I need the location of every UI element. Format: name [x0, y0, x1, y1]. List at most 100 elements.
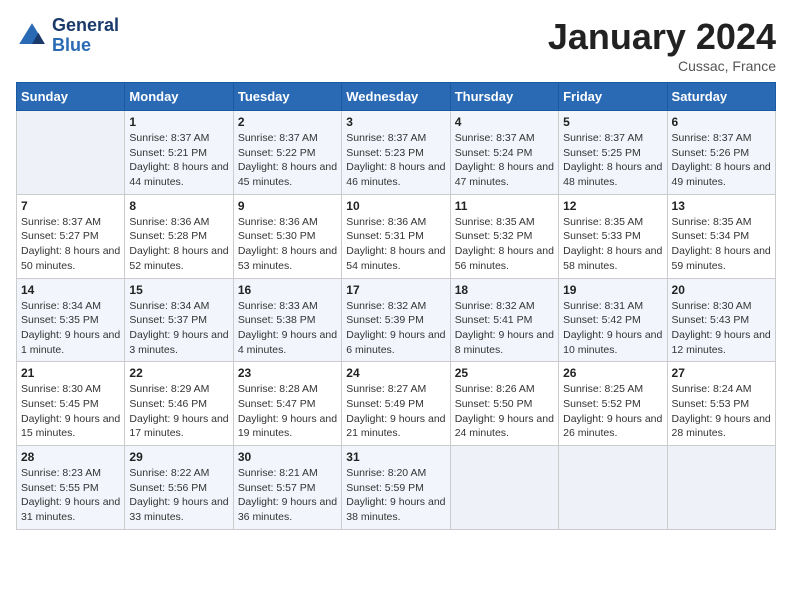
logo: General Blue	[16, 16, 119, 56]
day-info: Sunrise: 8:27 AMSunset: 5:49 PMDaylight:…	[346, 382, 445, 441]
day-number: 13	[672, 199, 771, 213]
day-info: Sunrise: 8:37 AMSunset: 5:27 PMDaylight:…	[21, 215, 120, 274]
title-block: January 2024 Cussac, France	[548, 16, 776, 74]
calendar-cell: 20 Sunrise: 8:30 AMSunset: 5:43 PMDayligh…	[667, 278, 775, 362]
calendar-cell: 19 Sunrise: 8:31 AMSunset: 5:42 PMDayligh…	[559, 278, 667, 362]
weekday-header: Thursday	[450, 83, 558, 111]
day-number: 4	[455, 115, 554, 129]
weekday-header: Sunday	[17, 83, 125, 111]
day-info: Sunrise: 8:30 AMSunset: 5:43 PMDaylight:…	[672, 299, 771, 358]
calendar-cell: 22 Sunrise: 8:29 AMSunset: 5:46 PMDayligh…	[125, 362, 233, 446]
location: Cussac, France	[548, 58, 776, 74]
day-number: 8	[129, 199, 228, 213]
day-info: Sunrise: 8:20 AMSunset: 5:59 PMDaylight:…	[346, 466, 445, 525]
day-number: 21	[21, 366, 120, 380]
calendar-cell: 17 Sunrise: 8:32 AMSunset: 5:39 PMDayligh…	[342, 278, 450, 362]
day-number: 12	[563, 199, 662, 213]
calendar-cell: 26Sunrise: 8:25 AMSunset: 5:52 PMDayligh…	[559, 362, 667, 446]
calendar-cell: 12 Sunrise: 8:35 AMSunset: 5:33 PMDayligh…	[559, 194, 667, 278]
calendar-cell: 28Sunrise: 8:23 AMSunset: 5:55 PMDayligh…	[17, 446, 125, 530]
calendar-week-row: 14 Sunrise: 8:34 AMSunset: 5:35 PMDayligh…	[17, 278, 776, 362]
day-number: 26	[563, 366, 662, 380]
month-title: January 2024	[548, 16, 776, 58]
calendar-cell: 25Sunrise: 8:26 AMSunset: 5:50 PMDayligh…	[450, 362, 558, 446]
calendar-week-row: 7Sunrise: 8:37 AMSunset: 5:27 PMDaylight…	[17, 194, 776, 278]
day-number: 22	[129, 366, 228, 380]
day-info: Sunrise: 8:37 AMSunset: 5:21 PMDaylight:…	[129, 131, 228, 190]
calendar-cell: 3Sunrise: 8:37 AMSunset: 5:23 PMDaylight…	[342, 111, 450, 195]
calendar-cell: 11 Sunrise: 8:35 AMSunset: 5:32 PMDayligh…	[450, 194, 558, 278]
calendar-week-row: 1Sunrise: 8:37 AMSunset: 5:21 PMDaylight…	[17, 111, 776, 195]
day-number: 16	[238, 283, 337, 297]
calendar-cell: 7Sunrise: 8:37 AMSunset: 5:27 PMDaylight…	[17, 194, 125, 278]
calendar-cell: 29 Sunrise: 8:22 AMSunset: 5:56 PMDayligh…	[125, 446, 233, 530]
calendar-cell: 13 Sunrise: 8:35 AMSunset: 5:34 PMDayligh…	[667, 194, 775, 278]
calendar-cell	[559, 446, 667, 530]
day-info: Sunrise: 8:36 AMSunset: 5:28 PMDaylight:…	[129, 215, 228, 274]
day-info: Sunrise: 8:21 AMSunset: 5:57 PMDaylight:…	[238, 466, 337, 525]
day-number: 27	[672, 366, 771, 380]
calendar-cell: 23 Sunrise: 8:28 AMSunset: 5:47 PMDayligh…	[233, 362, 341, 446]
calendar-cell	[450, 446, 558, 530]
day-info: Sunrise: 8:37 AMSunset: 5:26 PMDaylight:…	[672, 131, 771, 190]
day-number: 3	[346, 115, 445, 129]
day-number: 11	[455, 199, 554, 213]
weekday-header: Tuesday	[233, 83, 341, 111]
calendar-cell	[667, 446, 775, 530]
day-number: 20	[672, 283, 771, 297]
calendar-cell: 4 Sunrise: 8:37 AMSunset: 5:24 PMDaylight…	[450, 111, 558, 195]
calendar-week-row: 21Sunrise: 8:30 AMSunset: 5:45 PMDayligh…	[17, 362, 776, 446]
day-info: Sunrise: 8:32 AMSunset: 5:39 PMDaylight:…	[346, 299, 445, 358]
day-info: Sunrise: 8:37 AMSunset: 5:25 PMDaylight:…	[563, 131, 662, 190]
calendar-cell: 14 Sunrise: 8:34 AMSunset: 5:35 PMDayligh…	[17, 278, 125, 362]
logo-line2: Blue	[52, 36, 119, 56]
day-info: Sunrise: 8:35 AMSunset: 5:34 PMDaylight:…	[672, 215, 771, 274]
calendar-cell: 15Sunrise: 8:34 AMSunset: 5:37 PMDayligh…	[125, 278, 233, 362]
day-info: Sunrise: 8:29 AMSunset: 5:46 PMDaylight:…	[129, 382, 228, 441]
day-number: 14	[21, 283, 120, 297]
day-number: 6	[672, 115, 771, 129]
logo-icon	[16, 20, 48, 52]
calendar-cell: 27Sunrise: 8:24 AMSunset: 5:53 PMDayligh…	[667, 362, 775, 446]
day-info: Sunrise: 8:34 AMSunset: 5:35 PMDaylight:…	[21, 299, 120, 358]
day-info: Sunrise: 8:31 AMSunset: 5:42 PMDaylight:…	[563, 299, 662, 358]
day-info: Sunrise: 8:36 AMSunset: 5:30 PMDaylight:…	[238, 215, 337, 274]
calendar-cell: 21Sunrise: 8:30 AMSunset: 5:45 PMDayligh…	[17, 362, 125, 446]
calendar-cell: 5Sunrise: 8:37 AMSunset: 5:25 PMDaylight…	[559, 111, 667, 195]
day-number: 30	[238, 450, 337, 464]
day-number: 19	[563, 283, 662, 297]
day-info: Sunrise: 8:37 AMSunset: 5:24 PMDaylight:…	[455, 131, 554, 190]
day-number: 23	[238, 366, 337, 380]
calendar-table: SundayMondayTuesdayWednesdayThursdayFrid…	[16, 82, 776, 530]
calendar-week-row: 28Sunrise: 8:23 AMSunset: 5:55 PMDayligh…	[17, 446, 776, 530]
page-header: General Blue January 2024 Cussac, France	[16, 16, 776, 74]
calendar-cell: 8 Sunrise: 8:36 AMSunset: 5:28 PMDaylight…	[125, 194, 233, 278]
day-number: 31	[346, 450, 445, 464]
day-info: Sunrise: 8:26 AMSunset: 5:50 PMDaylight:…	[455, 382, 554, 441]
weekday-header: Saturday	[667, 83, 775, 111]
day-number: 9	[238, 199, 337, 213]
calendar-cell: 6 Sunrise: 8:37 AMSunset: 5:26 PMDaylight…	[667, 111, 775, 195]
weekday-header: Wednesday	[342, 83, 450, 111]
day-info: Sunrise: 8:35 AMSunset: 5:32 PMDaylight:…	[455, 215, 554, 274]
day-info: Sunrise: 8:36 AMSunset: 5:31 PMDaylight:…	[346, 215, 445, 274]
weekday-header: Friday	[559, 83, 667, 111]
day-number: 24	[346, 366, 445, 380]
day-info: Sunrise: 8:22 AMSunset: 5:56 PMDaylight:…	[129, 466, 228, 525]
day-number: 17	[346, 283, 445, 297]
calendar-cell: 1Sunrise: 8:37 AMSunset: 5:21 PMDaylight…	[125, 111, 233, 195]
day-number: 2	[238, 115, 337, 129]
calendar-cell: 31 Sunrise: 8:20 AMSunset: 5:59 PMDayligh…	[342, 446, 450, 530]
day-info: Sunrise: 8:35 AMSunset: 5:33 PMDaylight:…	[563, 215, 662, 274]
calendar-cell: 9 Sunrise: 8:36 AMSunset: 5:30 PMDaylight…	[233, 194, 341, 278]
day-number: 15	[129, 283, 228, 297]
day-info: Sunrise: 8:37 AMSunset: 5:22 PMDaylight:…	[238, 131, 337, 190]
calendar-cell: 30 Sunrise: 8:21 AMSunset: 5:57 PMDayligh…	[233, 446, 341, 530]
day-info: Sunrise: 8:28 AMSunset: 5:47 PMDaylight:…	[238, 382, 337, 441]
weekday-header: Monday	[125, 83, 233, 111]
day-number: 18	[455, 283, 554, 297]
calendar-cell: 10Sunrise: 8:36 AMSunset: 5:31 PMDayligh…	[342, 194, 450, 278]
calendar-cell: 16Sunrise: 8:33 AMSunset: 5:38 PMDayligh…	[233, 278, 341, 362]
day-number: 29	[129, 450, 228, 464]
day-info: Sunrise: 8:32 AMSunset: 5:41 PMDaylight:…	[455, 299, 554, 358]
